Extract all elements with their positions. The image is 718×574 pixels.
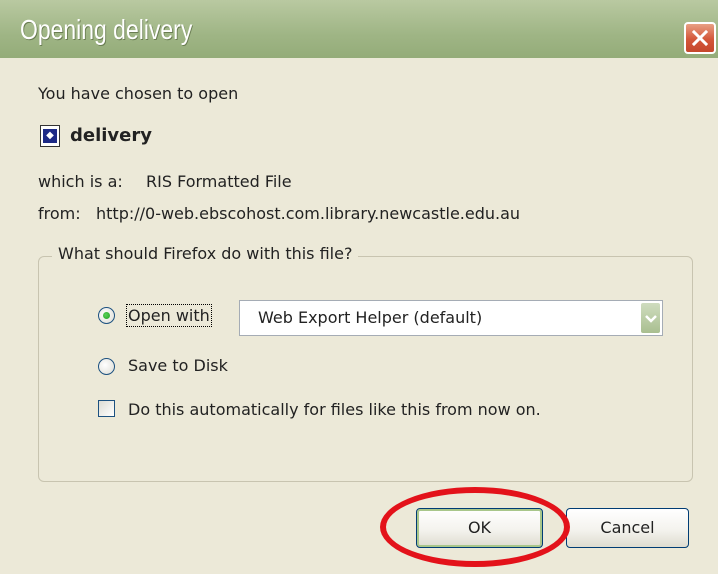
file-icon: ◆ xyxy=(40,125,60,147)
open-with-radio[interactable] xyxy=(98,307,115,324)
chevron-down-icon xyxy=(645,315,657,323)
save-to-disk-label[interactable]: Save to Disk xyxy=(128,356,228,375)
title-bar[interactable]: Opening delivery xyxy=(0,0,718,58)
file-type-value: RIS Formatted File xyxy=(146,172,292,191)
application-select[interactable]: Web Export Helper (default) xyxy=(239,300,663,336)
close-button[interactable] xyxy=(684,22,716,54)
dialog-body: You have chosen to open ◆ delivery which… xyxy=(0,58,718,574)
save-to-disk-radio[interactable] xyxy=(98,358,115,375)
file-source-label: from: xyxy=(38,204,81,223)
dropdown-button[interactable] xyxy=(640,302,661,334)
radio-selected-dot xyxy=(103,312,110,319)
window-title: Opening delivery xyxy=(20,14,193,45)
auto-action-checkbox[interactable] xyxy=(98,400,115,417)
close-icon xyxy=(691,29,709,47)
open-with-label[interactable]: Open with xyxy=(126,304,212,327)
auto-action-label[interactable]: Do this automatically for files like thi… xyxy=(128,400,541,419)
ok-button[interactable]: OK xyxy=(416,508,543,548)
cancel-button[interactable]: Cancel xyxy=(566,508,689,548)
application-select-value: Web Export Helper (default) xyxy=(258,308,483,327)
dialog-window: Opening delivery You have chosen to open… xyxy=(0,0,718,574)
file-name: delivery xyxy=(70,125,152,146)
groupbox-legend: What should Firefox do with this file? xyxy=(52,244,359,263)
intro-text: You have chosen to open xyxy=(38,84,239,103)
file-source-url: http://0-web.ebscohost.com.library.newca… xyxy=(96,204,521,223)
file-type-label: which is a: xyxy=(38,172,123,191)
